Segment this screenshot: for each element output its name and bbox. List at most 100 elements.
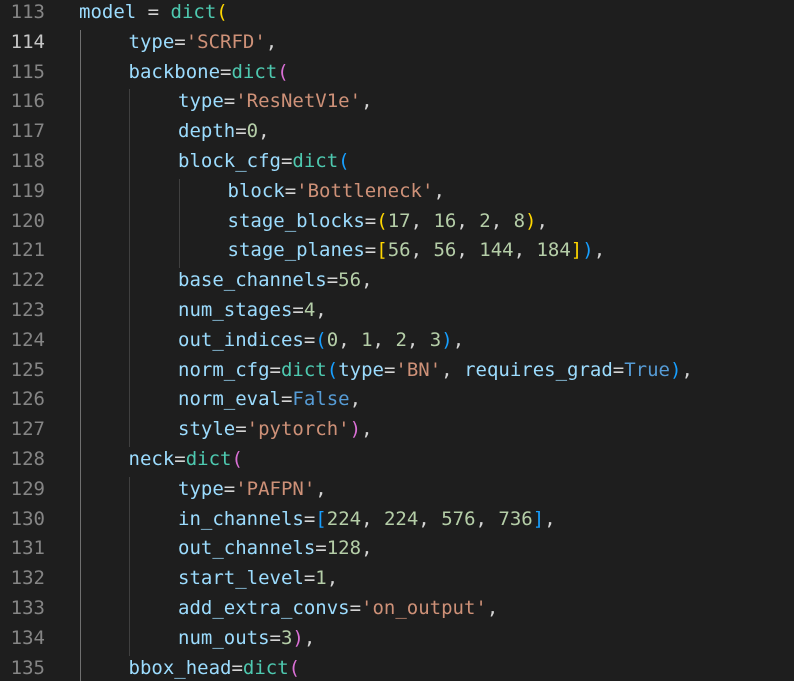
code-token: , [410, 239, 434, 262]
code-token: , [361, 418, 373, 441]
code-line[interactable]: 130 in_channels=[224, 224, 576, 736], [0, 507, 794, 537]
code-token: , [681, 358, 693, 381]
code-text: depth=0, [178, 119, 270, 143]
code-token: ] [570, 239, 583, 262]
line-number: 117 [10, 120, 45, 143]
code-token: = [303, 507, 316, 530]
code-token: start_level [178, 567, 304, 590]
code-token: 0 [246, 120, 259, 143]
code-text: type='ResNetV1e', [178, 89, 373, 113]
code-token: ) [349, 418, 362, 441]
line-number: 132 [10, 567, 45, 590]
code-token: = [174, 448, 186, 470]
code-token: , [315, 299, 327, 321]
code-token: 4 [303, 299, 316, 321]
line-number: 115 [10, 60, 45, 83]
code-token: type [128, 30, 175, 53]
code-line[interactable]: 116 type='ResNetV1e', [0, 89, 794, 119]
code-token: 17 [387, 209, 411, 232]
line-number: 129 [10, 477, 45, 500]
code-token: ] [532, 507, 545, 530]
code-token: = [235, 120, 247, 143]
code-line[interactable]: 118 block_cfg=dict( [0, 149, 794, 179]
code-token: , [361, 269, 373, 292]
code-token: 1 [315, 567, 327, 590]
code-line[interactable]: 134 num_outs=3), [0, 626, 794, 656]
code-line[interactable]: 128 neck=dict( [0, 447, 794, 477]
code-token: = [349, 597, 362, 619]
line-number: 122 [10, 269, 45, 292]
code-text: style='pytorch'), [178, 417, 373, 441]
code-token: type [178, 90, 224, 113]
code-token: model [79, 1, 137, 23]
code-token: 'on_output' [361, 597, 487, 619]
line-number: 130 [10, 507, 45, 530]
line-number: 135 [10, 656, 45, 679]
code-token: 128 [326, 537, 362, 560]
line-number: 119 [10, 179, 45, 202]
code-line[interactable]: 131 out_channels=128, [0, 536, 794, 566]
code-line[interactable]: 113 model = dict( [0, 0, 794, 30]
code-line[interactable]: 125 norm_cfg=dict(type='BN', requires_gra… [0, 358, 794, 388]
code-text: type='PAFPN', [178, 477, 327, 501]
code-token: requires_grad [464, 358, 613, 381]
code-token: , [536, 209, 548, 232]
code-token: = [174, 30, 186, 53]
line-number: 124 [10, 328, 45, 351]
code-token: , [372, 328, 396, 351]
code-token: 'ResNetV1e' [235, 90, 362, 113]
code-line[interactable]: 126 norm_eval=False, [0, 387, 794, 417]
code-token: True [624, 358, 670, 381]
code-line[interactable]: 115 backbone=dict( [0, 60, 794, 90]
code-token: = [280, 150, 293, 172]
code-line[interactable]: 127 style='pytorch'), [0, 417, 794, 447]
code-token: , [418, 507, 442, 530]
code-token: backbone [128, 60, 221, 83]
code-token: , [456, 239, 480, 262]
code-token: 224 [383, 507, 419, 530]
line-number: 118 [10, 150, 45, 172]
code-token: , [410, 209, 434, 232]
code-token: num_outs [178, 626, 270, 649]
line-number: 133 [10, 597, 45, 619]
code-token: ( [376, 209, 388, 232]
code-token: ( [338, 150, 350, 172]
code-token: 224 [326, 507, 362, 530]
code-token: ) [525, 209, 537, 232]
line-number: 126 [10, 388, 45, 411]
code-token: ) [582, 239, 594, 262]
code-token: , [361, 537, 373, 560]
code-token: bbox_head [128, 656, 232, 679]
code-text: neck=dict( [129, 447, 243, 471]
code-text: block_cfg=dict( [178, 149, 350, 173]
code-token: , [544, 507, 556, 530]
code-line[interactable]: 119 block='Bottleneck', [0, 179, 794, 209]
code-token: ( [326, 358, 339, 381]
code-text: type='SCRFD', [129, 30, 278, 54]
code-text: start_level=1, [178, 566, 338, 590]
code-token: 2 [479, 209, 491, 232]
code-token: , [486, 597, 499, 619]
code-token: = [612, 358, 625, 381]
code-line[interactable]: 121 stage_planes=[56, 56, 144, 184]), [0, 238, 794, 268]
code-line[interactable]: 123 num_stages=4, [0, 298, 794, 328]
code-text: stage_planes=[56, 56, 144, 184]), [228, 238, 606, 262]
code-line[interactable]: 124 out_indices=(0, 1, 2, 3), [0, 328, 794, 358]
code-token: , [490, 209, 514, 232]
code-token: = [235, 418, 247, 441]
code-line[interactable]: 117 depth=0, [0, 119, 794, 149]
code-line[interactable]: 114 type='SCRFD', [0, 30, 794, 60]
code-token: , [475, 507, 499, 530]
line-number: 113 [10, 1, 45, 23]
code-token: , [326, 567, 339, 590]
code-line[interactable]: 122 base_channels=56, [0, 268, 794, 298]
code-line[interactable]: 120 stage_blocks=(17, 16, 2, 8), [0, 209, 794, 239]
code-line[interactable]: 129 type='PAFPN', [0, 477, 794, 507]
code-token: depth [178, 120, 236, 143]
code-editor[interactable]: 113 model = dict(114 type='SCRFD', 115 backb… [0, 0, 794, 681]
code-line[interactable]: 133 add_extra_convs='on_output', [0, 596, 794, 626]
code-token: out_indices [178, 328, 304, 351]
code-line[interactable]: 135 bbox_head=dict( [0, 656, 794, 681]
code-token: , [456, 209, 480, 232]
code-line[interactable]: 132 start_level=1, [0, 566, 794, 596]
